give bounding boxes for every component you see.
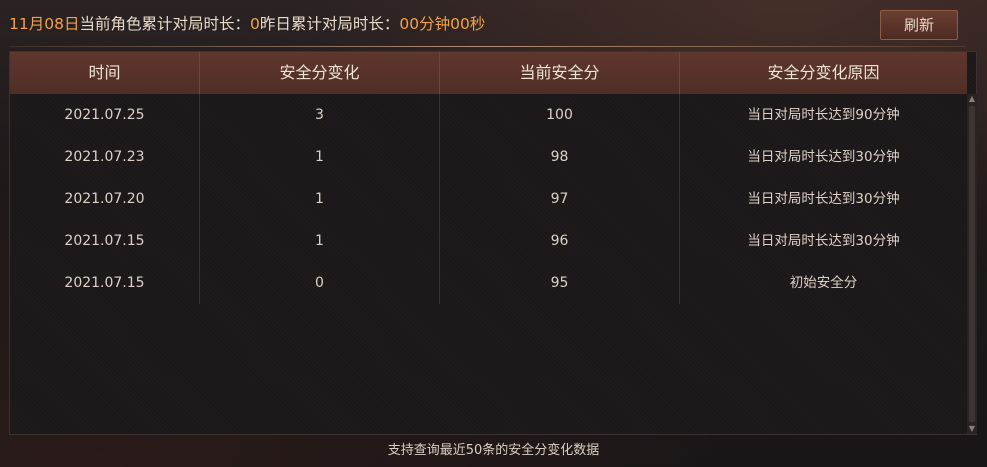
header-bar: 11月08日当前角色累计对局时长：0昨日累计对局时长：00分钟00秒 刷新 [0, 0, 987, 46]
score-history-table: 时间 安全分变化 当前安全分 安全分变化原因 2021.07.25 3 100 … [9, 51, 977, 435]
summary-current-value: 0 [249, 15, 260, 33]
column-header-current-score: 当前安全分 [440, 52, 680, 94]
cell-time: 2021.07.15 [10, 220, 200, 262]
table-row: 2021.07.15 0 95 初始安全分 [10, 262, 967, 304]
summary-date: 11月08日 [9, 15, 80, 33]
cell-score-change: 1 [200, 136, 440, 178]
table-header: 时间 安全分变化 当前安全分 安全分变化原因 [10, 52, 967, 94]
cell-change-reason: 初始安全分 [789, 275, 858, 291]
cell-current-score: 97 [440, 178, 680, 220]
table-row: 2021.07.25 3 100 当日对局时长达到90分钟 [10, 94, 967, 136]
cell-score-change: 3 [200, 94, 440, 136]
cell-score-change: 1 [200, 178, 440, 220]
summary-yesterday-label: 昨日累计对局时长： [259, 15, 400, 33]
cell-time: 2021.07.15 [10, 262, 200, 304]
table-row: 2021.07.15 1 96 当日对局时长达到30分钟 [10, 220, 967, 262]
cell-time: 2021.07.23 [10, 136, 200, 178]
header-divider [9, 46, 966, 47]
cell-score-change: 0 [200, 262, 440, 304]
cell-change-reason: 当日对局时长达到30分钟 [747, 149, 900, 165]
cell-current-score: 98 [440, 136, 680, 178]
column-header-time: 时间 [10, 52, 200, 94]
summary-current-label: 当前角色累计对局时长： [79, 15, 250, 33]
refresh-button[interactable]: 刷新 [880, 10, 958, 40]
column-header-score-change: 安全分变化 [200, 52, 440, 94]
scroll-down-arrow-icon[interactable]: ▼ [967, 424, 977, 434]
table-scrollbar[interactable]: ▲ ▼ [967, 94, 977, 434]
cell-time: 2021.07.25 [10, 94, 200, 136]
playtime-summary: 11月08日当前角色累计对局时长：0昨日累计对局时长：00分钟00秒 [9, 14, 485, 34]
scroll-thumb[interactable] [969, 106, 975, 422]
table-row: 2021.07.23 1 98 当日对局时长达到30分钟 [10, 136, 967, 178]
summary-yesterday-value: 00分钟00秒 [399, 15, 486, 33]
cell-current-score: 96 [440, 220, 680, 262]
app-window: 11月08日当前角色累计对局时长：0昨日累计对局时长：00分钟00秒 刷新 时间… [0, 0, 987, 467]
table-row: 2021.07.20 1 97 当日对局时长达到30分钟 [10, 178, 967, 220]
column-header-change-reason: 安全分变化原因 [767, 63, 880, 82]
cell-time: 2021.07.20 [10, 178, 200, 220]
cell-score-change: 1 [200, 220, 440, 262]
cell-current-score: 95 [440, 262, 680, 304]
table-body: 2021.07.25 3 100 当日对局时长达到90分钟 2021.07.23… [10, 94, 967, 304]
cell-change-reason: 当日对局时长达到90分钟 [747, 107, 900, 123]
cell-change-reason: 当日对局时长达到30分钟 [747, 233, 900, 249]
footer-note: 支持查询最近50条的安全分变化数据 [387, 443, 600, 458]
cell-change-reason: 当日对局时长达到30分钟 [747, 191, 900, 207]
cell-current-score: 100 [440, 94, 680, 136]
scroll-up-arrow-icon[interactable]: ▲ [967, 94, 977, 104]
